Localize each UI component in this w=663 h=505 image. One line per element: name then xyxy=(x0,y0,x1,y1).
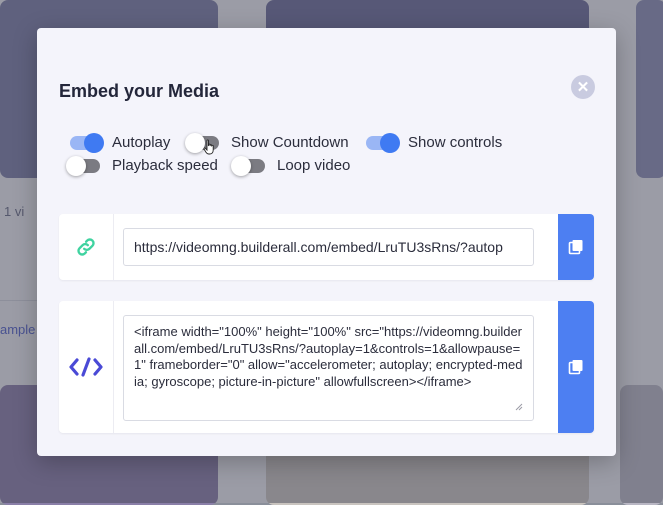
show-controls-switch[interactable] xyxy=(366,132,400,153)
embed-url-field[interactable] xyxy=(123,228,534,266)
code-icon xyxy=(59,301,114,433)
embed-code-textarea[interactable]: <iframe width="100%" height="100%" src="… xyxy=(123,315,534,421)
toggle-autoplay[interactable]: Autoplay xyxy=(70,132,171,153)
toggle-playback-speed[interactable]: Playback speed xyxy=(66,155,218,176)
copy-url-button[interactable] xyxy=(558,214,594,280)
toggle-label: Playback speed xyxy=(112,157,218,174)
toggle-loop-video[interactable]: Loop video xyxy=(231,155,351,176)
copy-icon xyxy=(568,240,583,255)
toggle-label: Loop video xyxy=(277,157,351,174)
close-icon[interactable]: ✕ xyxy=(571,75,595,99)
modal-title: Embed your Media xyxy=(59,81,220,101)
autoplay-switch[interactable] xyxy=(70,132,104,153)
copy-code-button[interactable] xyxy=(558,301,594,433)
toggle-show-controls[interactable]: Show controls xyxy=(366,132,503,153)
toggle-label: Show controls xyxy=(408,134,503,151)
resize-handle-icon[interactable] xyxy=(515,403,523,411)
loop-video-switch[interactable] xyxy=(231,155,265,176)
link-icon xyxy=(59,214,114,280)
playback-speed-switch[interactable] xyxy=(66,155,100,176)
embed-media-modal: Embed your Media ✕ Autoplay Show Countdo… xyxy=(37,28,616,456)
copy-icon xyxy=(568,360,583,375)
toggle-label: Show Countdown xyxy=(231,134,349,151)
url-embed-panel xyxy=(59,214,594,280)
toggle-label: Autoplay xyxy=(112,134,171,151)
code-embed-panel: <iframe width="100%" height="100%" src="… xyxy=(59,301,594,433)
hand-cursor-icon xyxy=(203,139,214,155)
